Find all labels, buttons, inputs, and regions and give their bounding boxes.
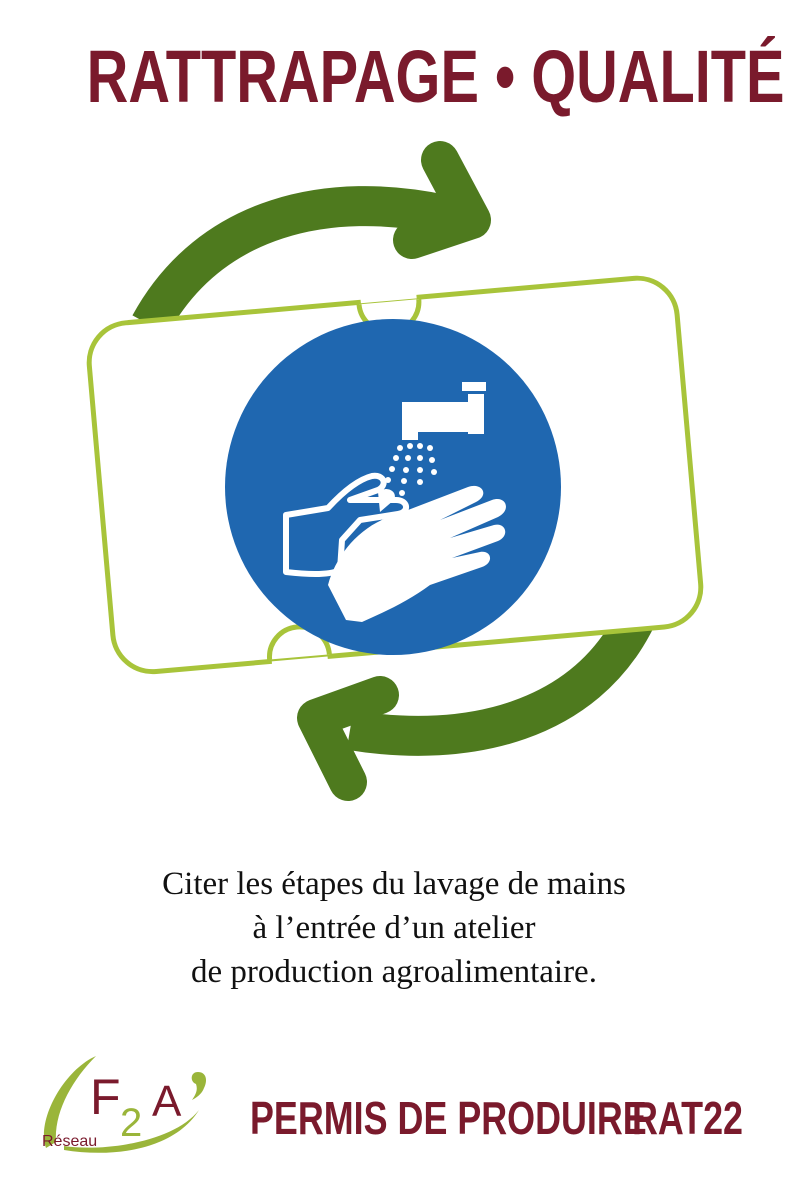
footer-label: PERMIS DE PRODUIRE xyxy=(250,1092,647,1144)
instruction-line: Citer les étapes du lavage de mains xyxy=(162,866,626,902)
logo-f: F xyxy=(90,1069,121,1125)
instruction-line: à l’entrée d’un atelier xyxy=(252,910,536,946)
reseau-f2a-logo: F 2 A Réseau xyxy=(42,1056,206,1153)
footer-code: RAT22 xyxy=(632,1092,743,1144)
page-title: RATTRAPAGE • QUALITÉ xyxy=(86,35,785,118)
illustration xyxy=(86,141,704,801)
instruction-line: de production agroalimentaire. xyxy=(191,954,597,990)
handwashing-icon xyxy=(225,319,561,655)
logo-a: A xyxy=(152,1077,182,1126)
logo-caption: Réseau xyxy=(42,1133,97,1150)
instruction-text: Citer les étapes du lavage de mains à l’… xyxy=(0,862,788,994)
logo-comma xyxy=(191,1072,206,1100)
logo-2: 2 xyxy=(120,1101,142,1145)
